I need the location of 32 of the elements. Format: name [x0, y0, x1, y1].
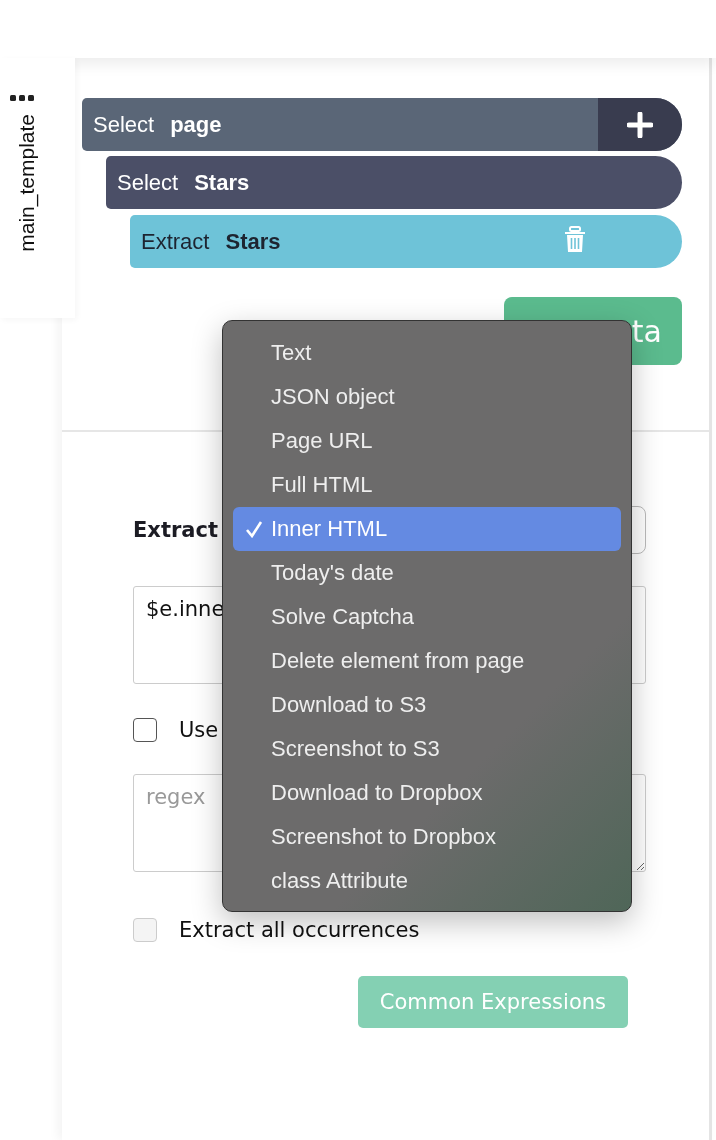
menu-item[interactable]: Screenshot to S3	[233, 727, 621, 771]
step-pill[interactable]: Extract Stars	[130, 215, 682, 268]
checkbox[interactable]	[133, 718, 157, 742]
menu-item[interactable]: Full HTML	[233, 463, 621, 507]
menu-item[interactable]: Text	[233, 331, 621, 375]
side-tab[interactable]: main_template	[0, 58, 75, 318]
menu-item[interactable]: class Attribute	[233, 859, 621, 903]
step-action: Extract	[141, 228, 210, 255]
step-target: Stars	[225, 228, 281, 255]
checkbox-label: Use	[179, 718, 219, 742]
check-icon	[245, 520, 263, 538]
step-target: page	[170, 111, 222, 138]
menu-item[interactable]: Today's date	[233, 551, 621, 595]
template-name: main_template	[15, 114, 39, 252]
menu-item[interactable]: Page URL	[233, 419, 621, 463]
extract-label: Extract	[133, 518, 218, 542]
step-pill[interactable]: Select page	[82, 98, 682, 151]
menu-item[interactable]: Inner HTML	[233, 507, 621, 551]
menu-item[interactable]: Delete element from page	[233, 639, 621, 683]
add-button[interactable]	[598, 98, 682, 151]
step-action: Select	[117, 169, 179, 196]
menu-item[interactable]: Solve Captcha	[233, 595, 621, 639]
step-target: Stars	[194, 169, 250, 196]
step-pill[interactable]: Select Stars	[106, 156, 682, 209]
menu-item[interactable]: Download to Dropbox	[233, 771, 621, 815]
menu-item[interactable]: Screenshot to Dropbox	[233, 815, 621, 859]
menu-item[interactable]: Download to S3	[233, 683, 621, 727]
checkbox-label: Extract all occurrences	[179, 918, 420, 942]
more-icon[interactable]	[10, 94, 34, 102]
step-action: Select	[93, 111, 155, 138]
menu-item[interactable]: JSON object	[233, 375, 621, 419]
plus-icon	[627, 111, 653, 138]
